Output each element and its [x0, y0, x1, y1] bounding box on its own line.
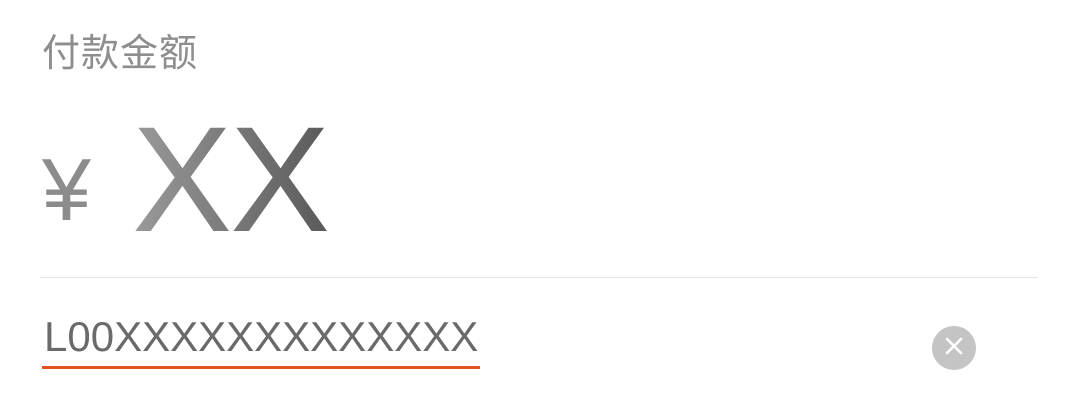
- payment-amount-label: 付款金额: [42, 31, 199, 75]
- account-input-value[interactable]: L00XXXXXXXXXXXXX: [42, 312, 481, 369]
- payment-amount-value: XX: [132, 95, 330, 263]
- close-icon: [943, 335, 965, 361]
- currency-symbol: ¥: [42, 140, 91, 239]
- account-field[interactable]: L00XXXXXXXXXXXXX: [42, 312, 1002, 372]
- divider: [40, 277, 1038, 278]
- clear-button[interactable]: [932, 326, 976, 370]
